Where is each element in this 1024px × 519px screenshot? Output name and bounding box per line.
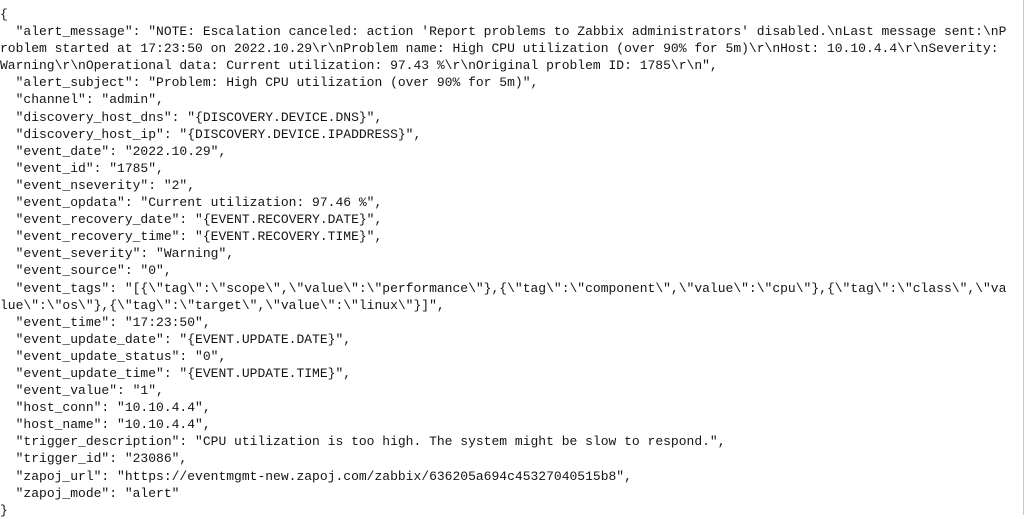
code-line: "event_recovery_date": "{EVENT.RECOVERY.…	[0, 212, 383, 228]
code-line: "event_id": "1785",	[0, 160, 164, 176]
code-line: "zapoj_url": "https://eventmgmt-new.zapo…	[0, 468, 632, 484]
code-line: "host_conn": "10.10.4.4",	[0, 400, 211, 416]
code-line: "event_update_time": "{EVENT.UPDATE.TIME…	[0, 365, 352, 381]
code-line: }	[0, 502, 8, 518]
code-line: "trigger_description": "CPU utilization …	[0, 434, 726, 450]
code-line: "event_update_date": "{EVENT.UPDATE.DATE…	[0, 331, 352, 347]
code-line: "discovery_host_dns": "{DISCOVERY.DEVICE…	[0, 109, 383, 125]
code-line: "event_time": "17:23:50",	[0, 314, 211, 330]
json-payload-viewer: { "alert_message": "NOTE: Escalation can…	[0, 0, 1024, 518]
code-line: "channel": "admin",	[0, 92, 164, 108]
code-line: {	[0, 7, 8, 22]
code-line: "zapoj_mode": "alert"	[0, 485, 180, 501]
code-line: "host_name": "10.10.4.4",	[0, 417, 211, 433]
code-line: "event_tags": "[{\"tag\":\"scope\",\"val…	[0, 280, 1007, 313]
code-line: "alert_message": "NOTE: Escalation cance…	[0, 24, 1007, 74]
code-line: "discovery_host_ip": "{DISCOVERY.DEVICE.…	[0, 126, 422, 142]
code-line: "event_date": "2022.10.29",	[0, 143, 227, 159]
code-line: "event_value": "1",	[0, 383, 164, 399]
code-line: "event_nseverity": "2",	[0, 177, 196, 193]
code-line: "event_opdata": "Current utilization: 97…	[0, 195, 383, 211]
code-line: "trigger_id": "23086",	[0, 451, 188, 467]
code-line: "alert_subject": "Problem: High CPU util…	[0, 75, 539, 91]
json-code-block[interactable]: { "alert_message": "NOTE: Escalation can…	[0, 6, 1023, 519]
code-line: "event_severity": "Warning",	[0, 246, 235, 262]
code-line: "event_source": "0",	[0, 263, 172, 279]
json-code-content: { "alert_message": "NOTE: Escalation can…	[0, 6, 1013, 519]
code-line: "event_recovery_time": "{EVENT.RECOVERY.…	[0, 229, 383, 245]
code-line: "event_update_status": "0",	[0, 348, 227, 364]
